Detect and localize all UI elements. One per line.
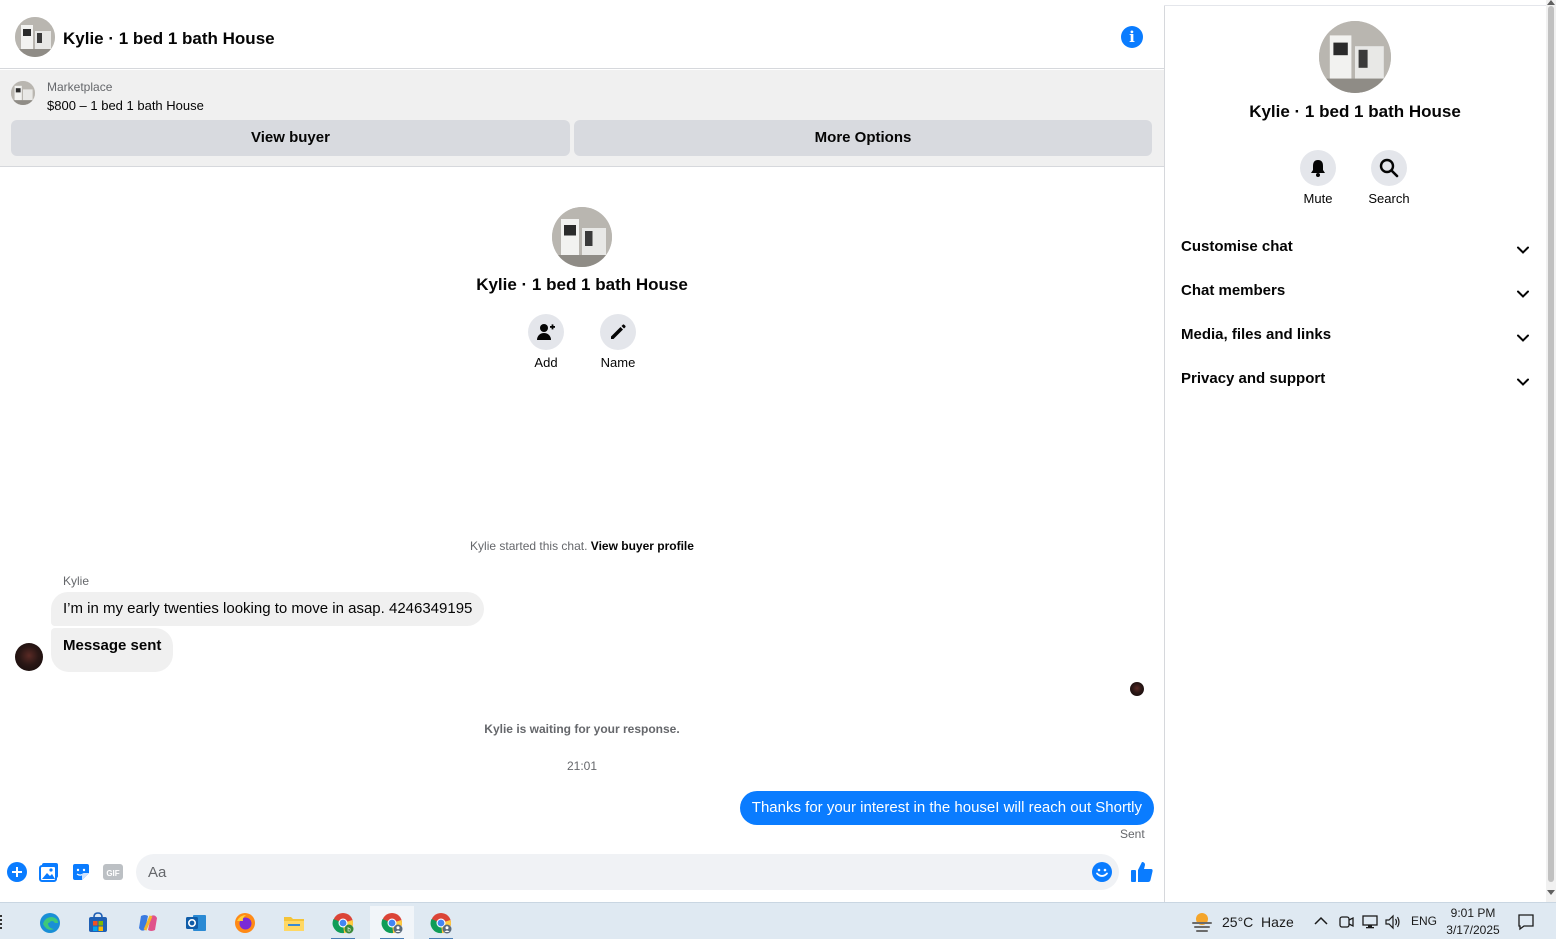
taskbar-edge[interactable]: [28, 906, 72, 939]
weather-text[interactable]: 25°C Haze: [1222, 914, 1294, 930]
windows-taskbar: b 25°C Haze ENG 9:01 PM 3/17/2025: [0, 902, 1556, 939]
taskbar-chrome-b[interactable]: b: [321, 906, 365, 939]
chevron-down-icon: [1517, 246, 1529, 254]
gif-icon[interactable]: GIF: [103, 862, 123, 882]
conversation-info-panel: Kylie · 1 bed 1 bath House Mute Search C…: [1164, 6, 1546, 902]
add-label: Add: [534, 355, 558, 370]
scroll-thumb[interactable]: [1548, 6, 1554, 882]
more-options-button[interactable]: More Options: [574, 120, 1152, 156]
start-edge[interactable]: [0, 915, 6, 929]
copilot-icon: [139, 915, 157, 931]
folder-icon: [284, 917, 304, 931]
chevron-up-icon[interactable]: [1314, 916, 1328, 926]
taskbar-firefox[interactable]: [223, 906, 267, 939]
message-input[interactable]: [136, 854, 1119, 890]
section-privacy-support[interactable]: Privacy and support: [1181, 370, 1531, 394]
section-label: Privacy and support: [1181, 370, 1326, 387]
chat-title[interactable]: Kylie · 1 bed 1 bath House: [63, 29, 275, 49]
language-indicator[interactable]: ENG: [1411, 914, 1437, 928]
clock-time[interactable]: 9:01 PM: [1440, 906, 1506, 920]
scroll-down-arrow[interactable]: [1547, 890, 1555, 895]
section-customise-chat[interactable]: Customise chat: [1181, 238, 1531, 262]
marketplace-label: Marketplace: [47, 80, 113, 94]
name-label: Name: [600, 355, 636, 370]
network-icon[interactable]: [1362, 914, 1378, 930]
emoji-icon[interactable]: [1092, 862, 1112, 882]
scroll-up-arrow[interactable]: [1547, 0, 1555, 5]
mute-label: Mute: [1303, 191, 1333, 206]
info-avatar: [1319, 21, 1391, 93]
chat-header: Kylie · 1 bed 1 bath House i: [0, 6, 1164, 69]
bell-icon: [1311, 160, 1325, 177]
add-member-button[interactable]: [528, 314, 564, 350]
section-chat-members[interactable]: Chat members: [1181, 282, 1531, 306]
volume-icon[interactable]: [1385, 914, 1401, 930]
message-timestamp: 21:01: [566, 759, 598, 773]
taskbar-file-explorer[interactable]: [272, 906, 316, 939]
mute-button[interactable]: [1300, 150, 1336, 186]
section-label: Chat members: [1181, 282, 1286, 299]
edge-icon: [40, 913, 60, 933]
section-label: Media, files and links: [1181, 326, 1332, 343]
marketplace-banner: Marketplace $800 – 1 bed 1 bath House Vi…: [0, 70, 1164, 167]
messenger-window: Kylie · 1 bed 1 bath House i Marketplace…: [0, 0, 1556, 939]
chrome-icon: [430, 913, 452, 934]
edit-name-button[interactable]: [600, 314, 636, 350]
listing-title[interactable]: $800 – 1 bed 1 bath House: [47, 98, 204, 113]
pencil-icon: [611, 324, 626, 339]
listing-thumbnail[interactable]: [11, 81, 35, 105]
photo-icon[interactable]: [39, 862, 59, 882]
read-receipt-avatar: [1130, 682, 1144, 696]
taskbar-chrome-profile-2[interactable]: [419, 906, 463, 939]
view-buyer-button[interactable]: View buyer: [11, 120, 570, 156]
info-title: Kylie · 1 bed 1 bath House: [1249, 102, 1461, 121]
search-button[interactable]: [1371, 150, 1407, 186]
plus-icon[interactable]: [7, 862, 27, 882]
section-media-files-links[interactable]: Media, files and links: [1181, 326, 1531, 350]
started-text: Kylie started this chat.: [470, 539, 588, 553]
chrome-icon: [381, 913, 403, 934]
haze-weather-icon[interactable]: [1190, 911, 1214, 933]
page-scrollbar[interactable]: [1546, 0, 1556, 902]
conversation-avatar: [552, 207, 612, 267]
sticker-icon[interactable]: [71, 862, 91, 882]
meet-now-icon[interactable]: [1338, 914, 1354, 930]
outgoing-message[interactable]: Thanks for your interest in the houseI w…: [739, 791, 1154, 825]
outlook-icon: [186, 915, 206, 931]
like-icon[interactable]: [1130, 860, 1154, 884]
taskbar-chrome-profile-1[interactable]: [370, 906, 414, 939]
chrome-icon: b: [332, 913, 354, 934]
message-composer: GIF: [0, 854, 1164, 890]
taskbar-copilot[interactable]: [126, 906, 170, 939]
gif-text: GIF: [106, 869, 119, 878]
waiting-notice: Kylie is waiting for your response.: [484, 722, 680, 736]
notifications-icon[interactable]: [1517, 913, 1535, 931]
chevron-down-icon: [1517, 334, 1529, 342]
chevron-down-icon: [1517, 290, 1529, 298]
chat-panel: Kylie · 1 bed 1 bath House i Marketplace…: [0, 0, 1164, 902]
view-buyer-profile-link[interactable]: View buyer profile: [591, 539, 694, 553]
taskbar-outlook[interactable]: [174, 906, 218, 939]
chat-started-notice: Kylie started this chat. View buyer prof…: [0, 539, 1164, 553]
info-icon[interactable]: i: [1121, 26, 1143, 48]
search-icon: [1379, 158, 1399, 178]
chat-avatar[interactable]: [15, 17, 55, 57]
clock-date[interactable]: 3/17/2025: [1440, 923, 1506, 937]
conversation-title: Kylie · 1 bed 1 bath House: [476, 275, 688, 294]
store-icon: [89, 912, 107, 932]
add-person-icon: [537, 324, 555, 340]
sender-avatar[interactable]: [15, 643, 43, 671]
incoming-message[interactable]: Message sent: [51, 628, 174, 672]
sender-name: Kylie: [63, 574, 90, 588]
incoming-message[interactable]: I’m in my early twenties looking to move…: [51, 592, 485, 626]
sent-status: Sent: [1120, 827, 1145, 841]
chevron-down-icon: [1517, 378, 1529, 386]
taskbar-store[interactable]: [76, 906, 120, 939]
search-label: Search: [1368, 191, 1410, 206]
firefox-icon: [235, 913, 255, 933]
section-label: Customise chat: [1181, 238, 1293, 255]
